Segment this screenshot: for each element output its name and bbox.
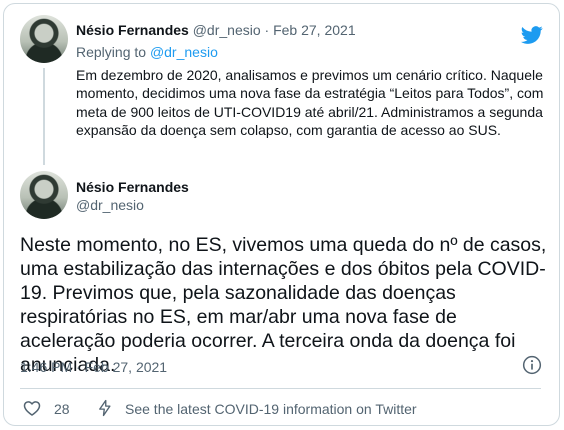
like-count[interactable]: 28 xyxy=(54,400,70,418)
heart-icon[interactable] xyxy=(22,398,42,418)
avatar[interactable] xyxy=(20,171,68,219)
author-name[interactable]: Nésio Fernandes xyxy=(76,22,189,38)
main-tweet-text: Neste momento, no ES, vivemos uma queda … xyxy=(20,234,547,376)
lightning-icon[interactable] xyxy=(96,398,114,418)
info-icon[interactable] xyxy=(522,355,542,375)
replying-to-link[interactable]: @dr_nesio xyxy=(150,44,218,60)
twitter-bird-icon[interactable] xyxy=(519,24,545,46)
avatar[interactable] xyxy=(20,15,68,63)
divider xyxy=(20,388,541,389)
author-name[interactable]: Nésio Fernandes xyxy=(76,178,189,196)
tweet-date[interactable]: Feb 27, 2021 xyxy=(273,22,356,38)
author-handle[interactable]: @dr_nesio xyxy=(193,22,261,38)
separator: · xyxy=(264,22,270,38)
replying-prefix: Replying to xyxy=(76,44,147,60)
parent-tweet-text: Em dezembro de 2020, analisamos e previm… xyxy=(76,67,544,139)
thread-line xyxy=(43,68,45,165)
tweet-timestamp[interactable]: 1:46 PM · Feb 27, 2021 xyxy=(20,358,167,376)
replying-to: Replying to @dr_nesio xyxy=(76,43,218,61)
parent-tweet-header: Nésio Fernandes @dr_nesio · Feb 27, 2021 xyxy=(76,21,356,39)
author-handle[interactable]: @dr_nesio xyxy=(76,196,144,214)
covid-info-link[interactable]: See the latest COVID-19 information on T… xyxy=(125,400,417,418)
